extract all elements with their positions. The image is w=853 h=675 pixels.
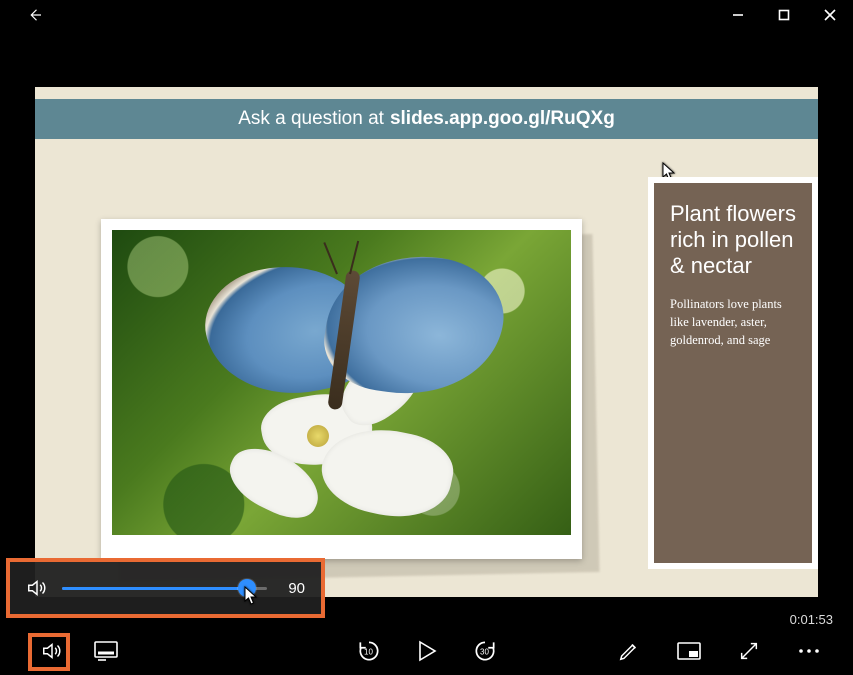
miniview-button[interactable] xyxy=(671,633,707,669)
slide-content: Ask a question at slides.app.goo.gl/RuQX… xyxy=(35,87,818,597)
highlight-speaker-button xyxy=(28,633,70,671)
play-button[interactable] xyxy=(409,633,445,669)
volume-slider[interactable] xyxy=(62,578,267,598)
rewind-seconds-label: 10 xyxy=(364,647,373,656)
fullscreen-button[interactable] xyxy=(731,633,767,669)
back-button[interactable] xyxy=(12,0,58,30)
play-icon xyxy=(417,640,437,662)
qa-banner-url: slides.app.goo.gl/RuQXg xyxy=(390,108,615,130)
maximize-button[interactable] xyxy=(761,0,807,30)
pip-icon xyxy=(677,642,701,660)
playback-time: 0:01:53 xyxy=(790,612,833,627)
speaker-icon[interactable] xyxy=(26,577,48,599)
captions-button[interactable] xyxy=(88,633,124,669)
expand-icon xyxy=(738,640,760,662)
back-arrow-icon xyxy=(26,6,44,24)
slide-heading: Plant flowers rich in pollen & nectar xyxy=(670,201,796,279)
close-icon xyxy=(824,9,836,21)
close-button[interactable] xyxy=(807,0,853,30)
volume-value: 90 xyxy=(281,580,305,597)
minimize-icon xyxy=(732,9,744,21)
more-icon xyxy=(798,648,820,654)
slide-photo xyxy=(101,219,582,559)
slide-body-text: Pollinators love plants like lavender, a… xyxy=(670,295,796,349)
qa-banner: Ask a question at slides.app.goo.gl/RuQX… xyxy=(35,99,818,139)
ink-button[interactable] xyxy=(611,633,647,669)
butterfly-photo xyxy=(112,230,571,535)
volume-popup: 90 xyxy=(10,562,321,614)
minimize-button[interactable] xyxy=(715,0,761,30)
slide-text-box: Plant flowers rich in pollen & nectar Po… xyxy=(648,177,818,569)
rewind-10-button[interactable]: 10 xyxy=(351,633,387,669)
title-bar xyxy=(0,0,853,30)
player-toolbar: 10 30 xyxy=(0,627,853,675)
forward-30-button[interactable]: 30 xyxy=(467,633,503,669)
mouse-cursor-icon xyxy=(244,586,260,606)
pen-icon xyxy=(618,640,640,662)
maximize-icon xyxy=(778,9,790,21)
forward-seconds-label: 30 xyxy=(480,647,489,656)
captions-icon xyxy=(94,641,118,661)
more-button[interactable] xyxy=(791,633,827,669)
qa-banner-prefix: Ask a question at xyxy=(238,108,384,130)
